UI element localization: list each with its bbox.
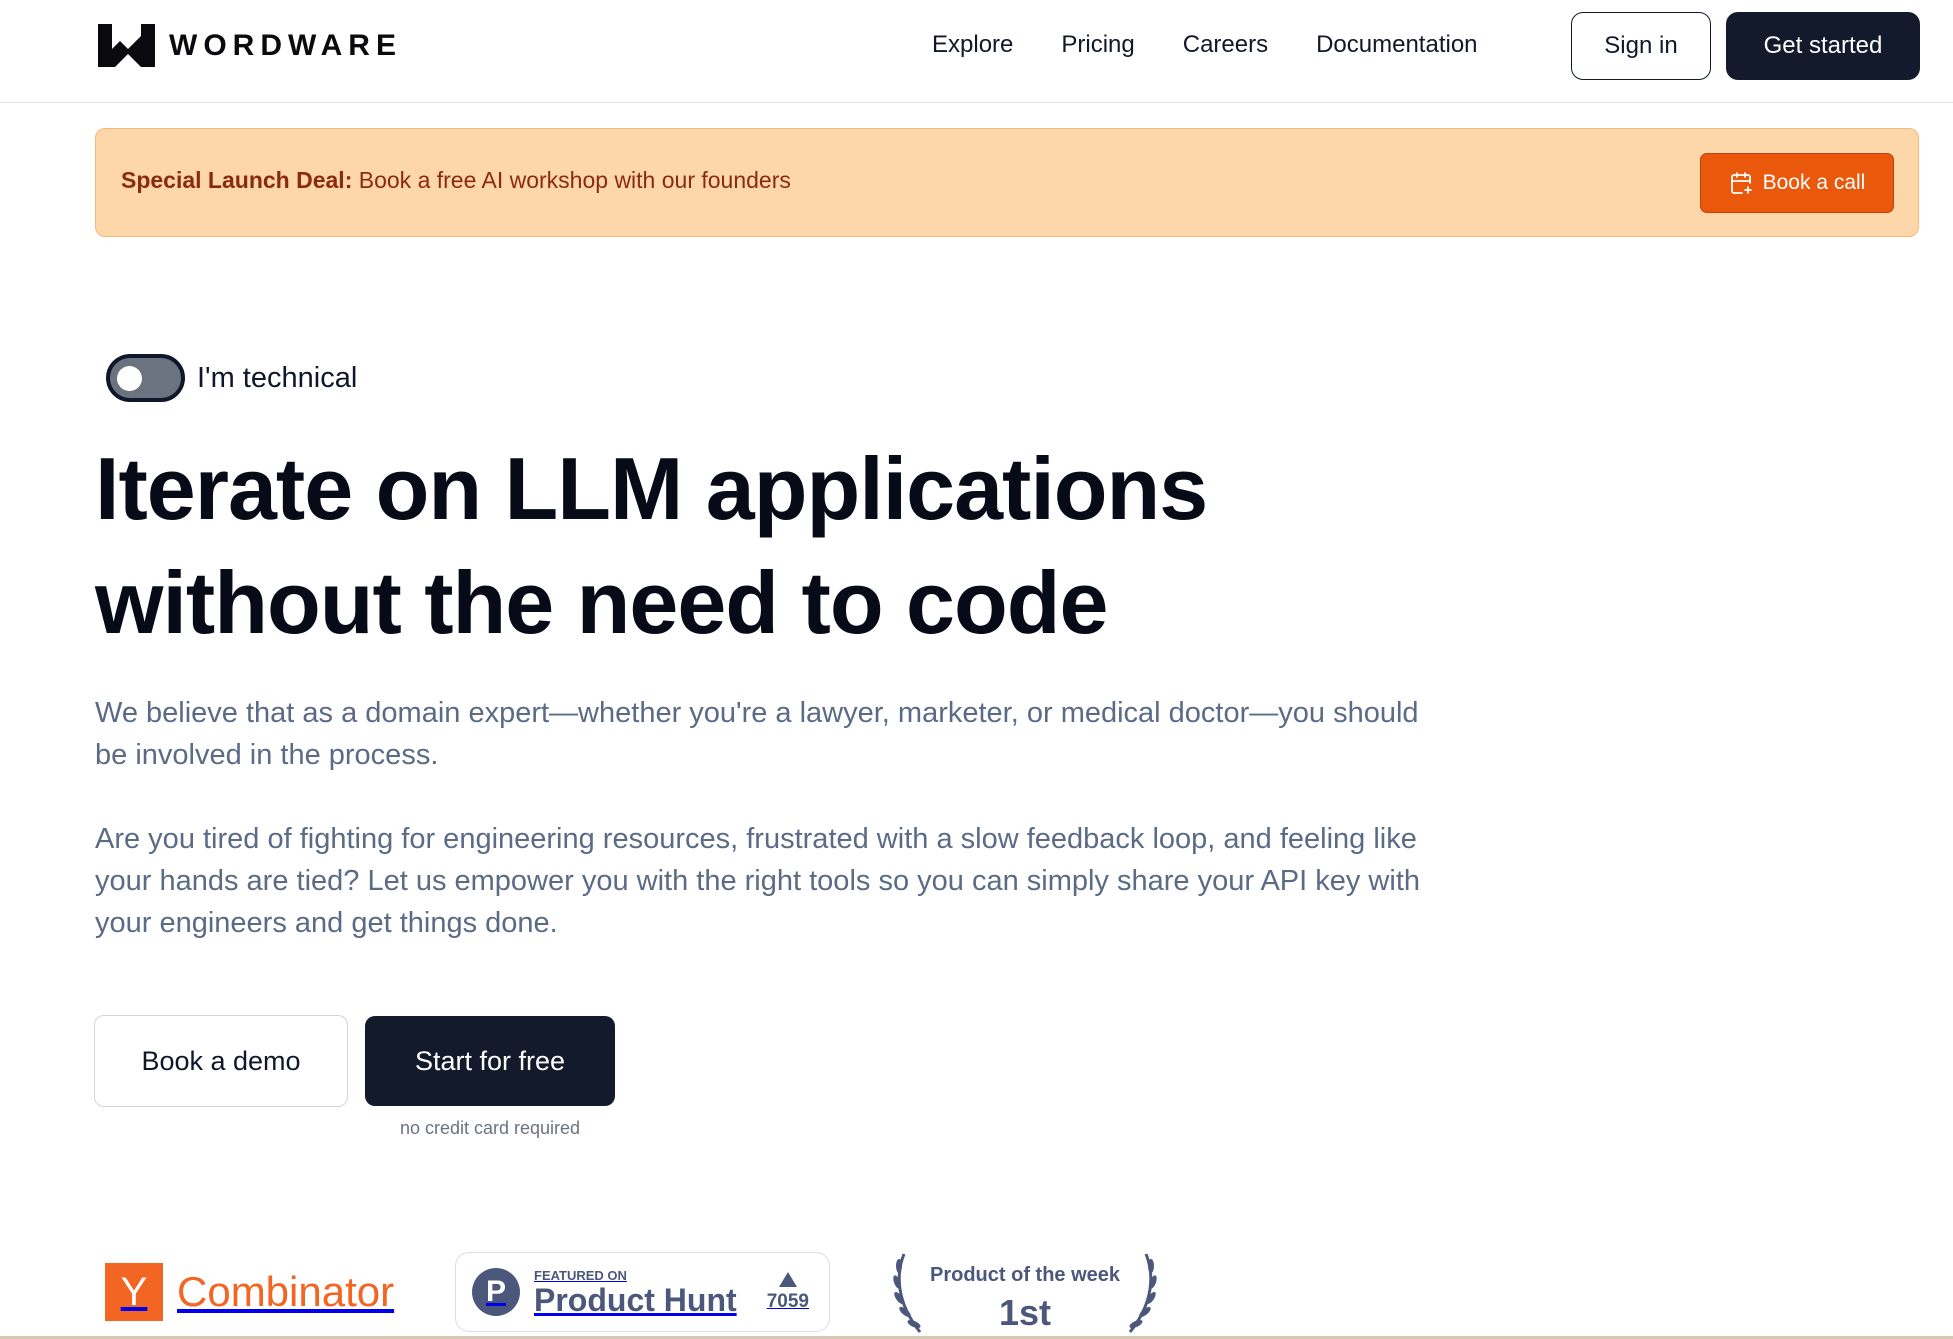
site-header: WORDWARE Explore Pricing Careers Documen…: [0, 0, 1953, 103]
upvote-count: 7059: [766, 1271, 809, 1313]
banner-text: Special Launch Deal: Book a free AI work…: [121, 167, 791, 194]
no-credit-card-note: no credit card required: [399, 1118, 581, 1138]
toggle-knob: [117, 366, 142, 391]
product-of-week-title: Product of the week: [929, 1264, 1121, 1286]
hero-headline: Iterate on LLM applications without the …: [95, 432, 1395, 660]
featured-on-label: FEATURED ON: [534, 1267, 627, 1283]
technical-toggle-row: I'm technical: [106, 354, 357, 402]
book-a-call-button[interactable]: Book a call: [1700, 153, 1894, 213]
banner-bold-text: Special Launch Deal:: [121, 167, 353, 193]
upvote-number: 7059: [766, 1290, 809, 1312]
wordware-logo[interactable]: WORDWARE: [98, 24, 402, 67]
product-hunt-name: Product Hunt: [534, 1281, 737, 1318]
main-nav: Explore Pricing Careers Documentation: [932, 28, 1478, 62]
sign-in-button[interactable]: Sign in: [1571, 12, 1711, 80]
start-for-free-button[interactable]: Start for free: [365, 1016, 615, 1106]
book-a-call-label: Book a call: [1762, 171, 1866, 194]
y-combinator-badge[interactable]: Y Combinator: [105, 1263, 394, 1321]
nav-pricing[interactable]: Pricing: [1061, 28, 1134, 62]
y-combinator-logo-icon: Y: [105, 1263, 163, 1321]
y-combinator-name: Combinator: [177, 1268, 395, 1315]
book-a-demo-button[interactable]: Book a demo: [94, 1015, 348, 1107]
banner-message: Book a free AI workshop with our founder…: [352, 167, 791, 193]
headline-line-1: Iterate on LLM applications: [95, 439, 1208, 538]
brand-name: WORDWARE: [169, 28, 402, 62]
product-of-week-rank: 1st: [998, 1292, 1052, 1333]
upvote-arrow-icon: [778, 1271, 797, 1287]
product-hunt-logo-icon: P: [472, 1268, 520, 1316]
product-of-the-week-badge[interactable]: Product of the week 1st: [885, 1248, 1165, 1339]
nav-careers[interactable]: Careers: [1183, 28, 1268, 62]
wordware-logo-icon: [98, 24, 155, 67]
nav-documentation[interactable]: Documentation: [1316, 28, 1477, 62]
nav-explore[interactable]: Explore: [932, 28, 1013, 62]
technical-toggle-label: I'm technical: [197, 361, 358, 394]
product-hunt-badge[interactable]: P FEATURED ON Product Hunt 7059: [455, 1252, 830, 1332]
technical-toggle[interactable]: [106, 354, 185, 402]
product-hunt-text: FEATURED ON Product Hunt: [534, 1268, 737, 1317]
hero-paragraph-2: Are you tired of fighting for engineerin…: [95, 823, 1421, 939]
launch-deal-banner: Special Launch Deal: Book a free AI work…: [95, 128, 1919, 237]
get-started-button[interactable]: Get started: [1726, 12, 1920, 80]
headline-line-2: without the need to code: [95, 553, 1108, 652]
calendar-plus-icon: [1730, 172, 1752, 194]
hero-paragraph-1: We believe that as a domain expert—wheth…: [95, 697, 1419, 771]
